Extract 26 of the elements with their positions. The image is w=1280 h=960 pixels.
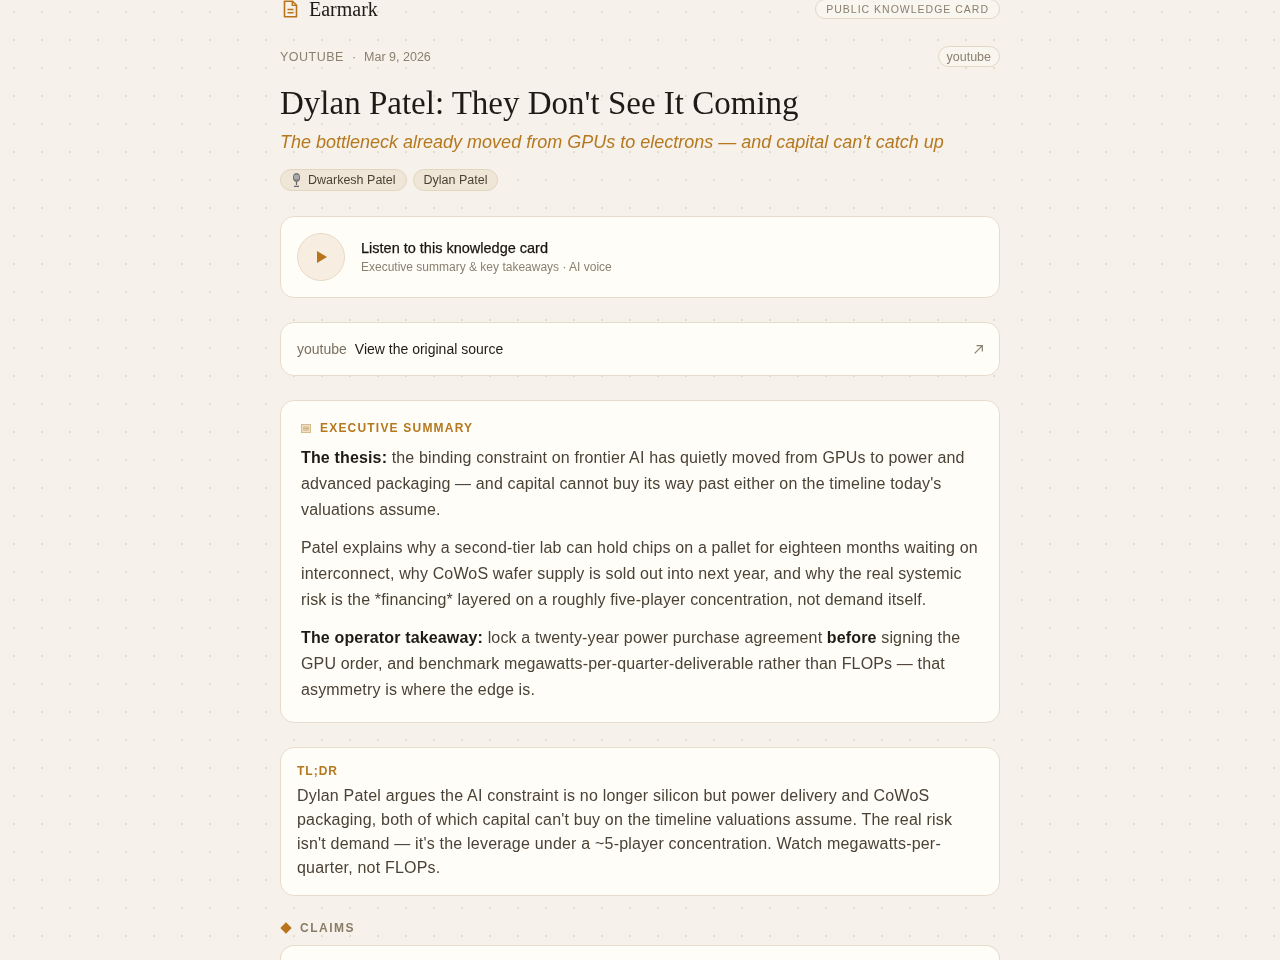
tldr-text: Dylan Patel argues the AI constraint is no longer silicon but power delivery and CoWoS packaging, both of which capital can't buy on the timeline valuations assume. The real risk isn't demand — it's the leverage under a ~5-player concentration. Watch megawatts-per-quarter, not FLOPs.	[297, 786, 954, 878]
arrow-up-right-icon	[974, 344, 983, 354]
section-label: EXECUTIVE SUMMARY	[320, 421, 474, 435]
section-label: CLAIMS	[300, 921, 355, 935]
source-link[interactable]: youtube View the original source	[280, 322, 1000, 376]
audio-subtitle: Executive summary & key takeaways · AI voice	[361, 259, 612, 275]
subtitle: The bottleneck already moved from GPUs to electrons — and capital can't catch up	[280, 131, 945, 154]
play-icon	[317, 251, 327, 263]
document-icon	[283, 0, 298, 18]
summary-paragraph: The operator takeaway: lock a twenty-year power purchase agreement before signing the GPU order, and benchmark megawatts-per-quarter-deliverable rather than FLOPs — that asymmetry is where the edge is.	[301, 628, 962, 700]
separator-dot: ·	[351, 49, 357, 64]
status-badge: PUBLIC KNOWLEDGE CARD	[815, 0, 1000, 19]
play-button[interactable]	[297, 233, 345, 281]
date-label: Mar 9, 2026	[364, 49, 431, 64]
brand-name: Earmark	[309, 0, 378, 18]
section-label: TL;DR	[297, 763, 339, 779]
tag-chip: youtube	[937, 46, 1000, 67]
person-chip: Dwarkesh Patel	[280, 169, 407, 191]
source-label: YOUTUBE	[280, 49, 344, 64]
person-chip: Dylan Patel	[412, 169, 499, 191]
page-title: Dylan Patel: They Don't See It Coming	[280, 84, 800, 122]
summary-paragraph: Patel explains why a second-tier lab can hold chips on a pallet for eighteen months waiting on interconnect, why CoWoS wafer supply is sold out into next year, and why the real systemic risk is the *financing* layered on a roughly five-player concentration, not demand itself.	[301, 538, 979, 610]
audio-title: Listen to this knowledge card	[361, 239, 549, 257]
summary-paragraph: The thesis: the binding constraint on frontier AI has quietly moved from GPUs to power and advanced packaging — and capital cannot buy its way past either on the timeline today's valuations assume.	[301, 448, 966, 520]
text-lines-icon	[301, 423, 311, 433]
microphone-icon	[291, 173, 302, 187]
